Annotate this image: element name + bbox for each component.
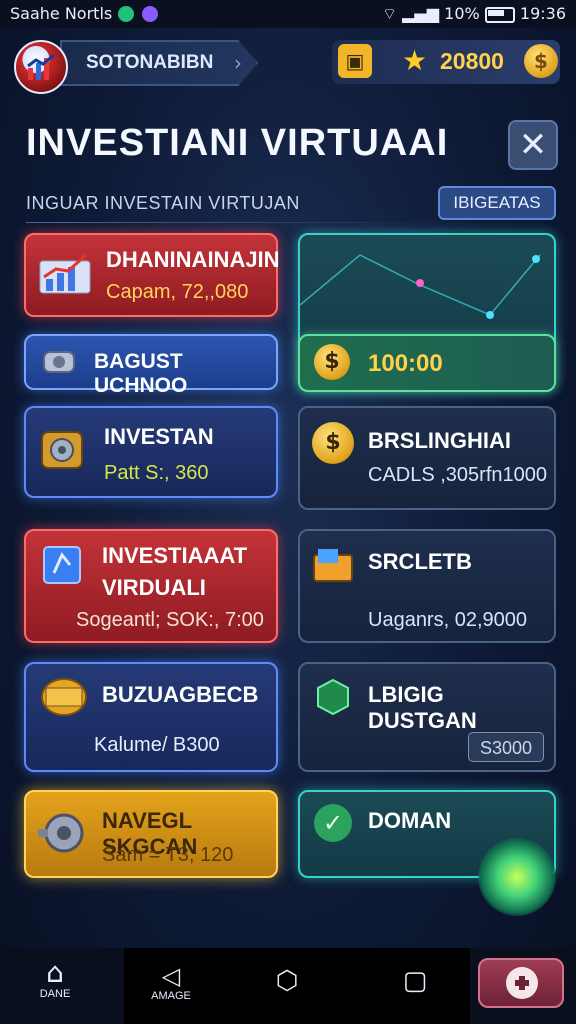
engine-icon <box>40 344 80 384</box>
player-name: SOTONABIBN <box>86 52 214 73</box>
balance-value: 100:00 <box>368 350 443 377</box>
card-subtitle: Sam = T3, 120 <box>102 844 234 866</box>
top-tab-button[interactable]: IBIGEATAS <box>438 186 556 220</box>
gear-icon <box>36 808 92 862</box>
gold-bars-icon <box>38 674 90 724</box>
card-title: BAGUST UCHNOO <box>94 350 188 397</box>
chevron-right-icon[interactable]: › <box>234 51 242 75</box>
app-notification-icon-2 <box>142 6 158 22</box>
dollar-coin-icon: $ <box>314 344 350 380</box>
investment-card-4[interactable]: INVESTIAAAT VIRDUALI Sogeantl; SOK:, 7:0… <box>24 529 278 643</box>
nav-second[interactable]: ◁ AMAGE <box>136 962 206 1002</box>
home-icon: ⌂ <box>46 956 64 989</box>
card-subtitle: Uaganrs, 02,9000 <box>368 609 528 631</box>
nav-home-button[interactable]: ⬡ <box>264 966 310 996</box>
nav-home-label: DANE <box>39 988 71 1000</box>
investment-card-6[interactable]: NAVEGL SKGCAN Sam = T3, 120 <box>24 790 278 878</box>
battery-percent: 10% <box>444 4 480 23</box>
nav-second-label: AMAGE <box>151 990 191 1002</box>
investment-card-1[interactable]: DHANINAINAJIN Capam, 72,,080 <box>24 233 280 317</box>
investment-card-2[interactable]: BAGUST UCHNOO <box>24 334 278 397</box>
card-title: LBIGIG DUSTGAN <box>368 682 477 733</box>
card-subtitle: Kalume/ B300 <box>94 734 220 756</box>
signal-icon: ▂▄▆ <box>402 4 440 23</box>
card-title: BUZUAGBECB <box>102 682 259 707</box>
card-subtitle: Patt S:, 360 <box>104 462 209 484</box>
card-title: SRCLETB <box>368 549 472 574</box>
close-button[interactable]: ✕ <box>508 120 558 170</box>
action-button[interactable] <box>478 958 564 1008</box>
card-title: INVESTAN <box>104 424 214 449</box>
score-value: 20800 <box>440 48 504 74</box>
chart-icon <box>38 251 92 301</box>
battery-icon <box>484 6 515 23</box>
star-icon: ★ <box>402 44 428 77</box>
vault-icon <box>38 426 88 480</box>
card-title: DOMAN <box>368 808 452 833</box>
action-icon <box>506 967 538 999</box>
card-subtitle: Capam, 72,,080 <box>106 281 249 303</box>
page-subtitle: INGUAR INVESTAIN VIRTUJAN <box>26 193 300 213</box>
investment-card-3[interactable]: INVESTAN Patt S:, 360 <box>24 406 278 498</box>
pencil-icon: ◁ <box>161 962 181 990</box>
market-card-3[interactable]: LBIGIG DUSTGAN S3000 <box>298 662 556 772</box>
price-badge[interactable]: S3000 <box>468 732 544 762</box>
card-title: DHANINAINAJIN <box>106 247 280 272</box>
card-subtitle: CADLS ,305rfn1000 <box>368 464 548 486</box>
coin-icon: $ <box>312 422 354 464</box>
card-title: BRSLINGHIAI <box>368 428 511 453</box>
briefcase-icon <box>312 545 356 589</box>
hexagon-nav-icon: ⬡ <box>275 966 299 996</box>
coin-icon[interactable]: $ <box>524 44 558 78</box>
check-icon: ✓ <box>314 804 352 842</box>
status-bar: Saahe Nortls ⌔ ▂▄▆ 10% 19:36 <box>0 0 576 28</box>
card-subtitle: Sogeantl; SOK:, 7:00 <box>76 609 264 631</box>
nav-recents-button[interactable]: ▢ <box>392 966 438 996</box>
status-left-text: Saahe Nortls <box>10 4 113 23</box>
radar-orb-icon[interactable] <box>478 838 556 916</box>
cube-icon <box>40 543 84 591</box>
app-notification-icon <box>118 6 134 22</box>
balance-card[interactable]: $ 100:00 <box>298 334 556 392</box>
nav-home[interactable]: ⌂ DANE <box>20 956 90 1001</box>
hexagon-icon <box>314 678 352 720</box>
clock: 19:36 <box>519 4 566 23</box>
wifi-icon: ⌔ <box>381 4 398 23</box>
market-card-2[interactable]: SRCLETB Uaganrs, 02,9000 <box>298 529 556 643</box>
investment-card-5[interactable]: BUZUAGBECB Kalume/ B300 <box>24 662 278 772</box>
player-avatar[interactable] <box>14 40 68 94</box>
card-title: INVESTIAAAT <box>102 543 248 568</box>
divider <box>26 222 426 223</box>
page-title: INVESTIANI VIRTUAAI <box>26 122 449 164</box>
gift-icon[interactable]: ▣ <box>338 44 372 78</box>
market-card-1[interactable]: $ BRSLINGHIAI CADLS ,305rfn1000 <box>298 406 556 510</box>
square-icon: ▢ <box>402 966 428 996</box>
status-right: ⌔ ▂▄▆ 10% 19:36 <box>382 4 566 24</box>
card-title-line2: VIRDUALI <box>102 575 206 600</box>
network-graph-icon <box>300 254 541 319</box>
